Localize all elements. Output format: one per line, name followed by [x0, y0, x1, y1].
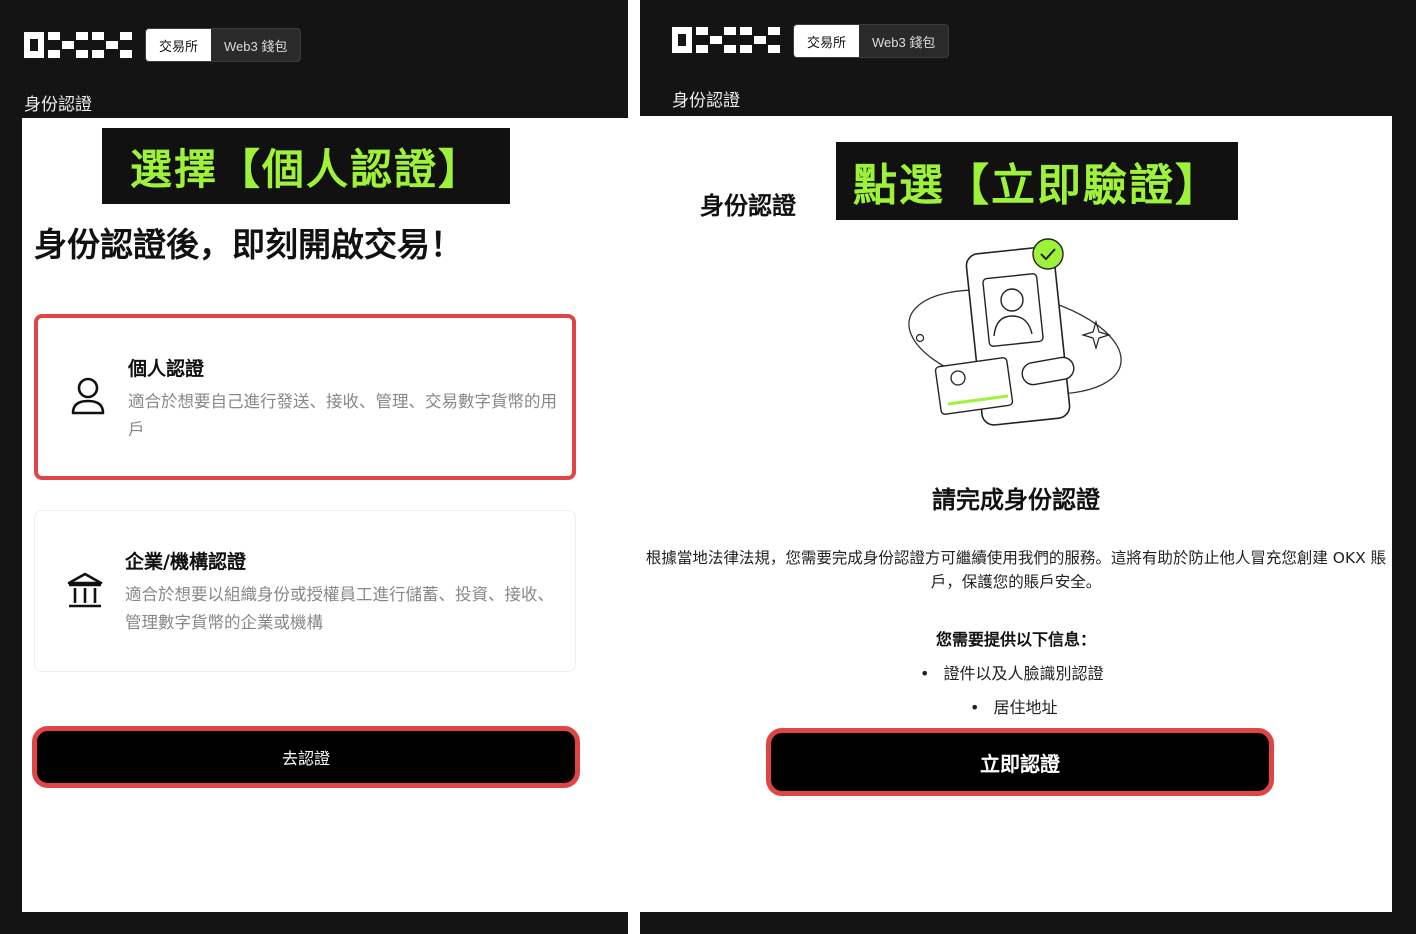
exchange-web3-toggle: 交易所 Web3 錢包 — [793, 24, 950, 58]
right-panel: 交易所 Web3 錢包 身份認證 身份認證 點選【立即驗證】 請完成身份認證 根… — [640, 0, 1416, 934]
okx-logo[interactable] — [672, 27, 780, 53]
personal-verification-option[interactable]: 個人認證 適合於想要自己進行發送、接收、管理、交易數字貨幣的用戶 — [34, 314, 576, 480]
identity-verification-card: 身份認證 點選【立即驗證】 請完成身份認證 根據當地法律法規，您需要完成身份認證… — [640, 116, 1392, 912]
exchange-web3-toggle: 交易所 Web3 錢包 — [145, 28, 302, 62]
option-description: 適合於想要以組織身份或授權員工進行儲蓄、投資、接收、管理數字貨幣的企業或機構 — [125, 585, 554, 632]
option-title: 個人認證 — [128, 358, 205, 380]
corporate-verification-option[interactable]: 企業/機構認證 適合於想要以組織身份或授權員工進行儲蓄、投資、接收、管理數字貨幣… — [34, 510, 576, 672]
requirement-label: 居住地址 — [993, 698, 1058, 717]
institution-icon — [67, 572, 103, 608]
legal-notice: 根據當地法律法規，您需要完成身份認證方可繼續使用我們的服務。這將有助於防止他人冒… — [645, 549, 1387, 591]
page-label: 身份認證 — [672, 91, 740, 111]
go-verify-button[interactable]: 去認證 — [32, 726, 580, 788]
page-headline: 身份認證後，即刻開啟交易！ — [34, 225, 463, 264]
verification-type-card: 選擇【個人認證】 身份認證後，即刻開啟交易！ 個人認證 適合於想要自己進行發送、… — [22, 118, 628, 912]
panel-divider — [628, 0, 640, 934]
section-title: 身份認證 — [700, 192, 796, 220]
header: 交易所 Web3 錢包 身份認證 — [0, 0, 628, 118]
id-verification-illustration — [908, 238, 1122, 426]
tab-web3-wallet[interactable]: Web3 錢包 — [859, 25, 948, 57]
instruction-banner: 選擇【個人認證】 — [102, 128, 510, 204]
requirements-title: 您需要提供以下信息： — [935, 630, 1096, 649]
left-panel: 交易所 Web3 錢包 身份認證 選擇【個人認證】 身份認證後，即刻開啟交易！ … — [0, 0, 628, 934]
requirement-item: • 居住地址 — [970, 694, 1057, 718]
complete-verification-title: 請完成身份認證 — [932, 486, 1100, 514]
option-title: 企業/機構認證 — [125, 551, 246, 573]
bullet-icon: • — [970, 698, 980, 717]
okx-logo[interactable] — [24, 32, 132, 58]
page-label: 身份認證 — [24, 95, 92, 115]
option-description: 適合於想要自己進行發送、接收、管理、交易數字貨幣的用戶 — [128, 392, 557, 439]
tab-web3-wallet[interactable]: Web3 錢包 — [211, 29, 300, 61]
requirement-item: • 證件以及人臉識別認證 — [920, 660, 1103, 684]
requirement-label: 證件以及人臉識別認證 — [943, 664, 1104, 683]
tab-exchange[interactable]: 交易所 — [794, 25, 860, 57]
header: 交易所 Web3 錢包 身份認證 — [640, 0, 1416, 118]
instruction-banner: 點選【立即驗證】 — [836, 142, 1238, 220]
bullet-icon: • — [920, 664, 930, 683]
tab-exchange[interactable]: 交易所 — [146, 29, 212, 61]
verify-now-button[interactable]: 立即認證 — [766, 728, 1274, 796]
person-icon — [71, 377, 105, 415]
